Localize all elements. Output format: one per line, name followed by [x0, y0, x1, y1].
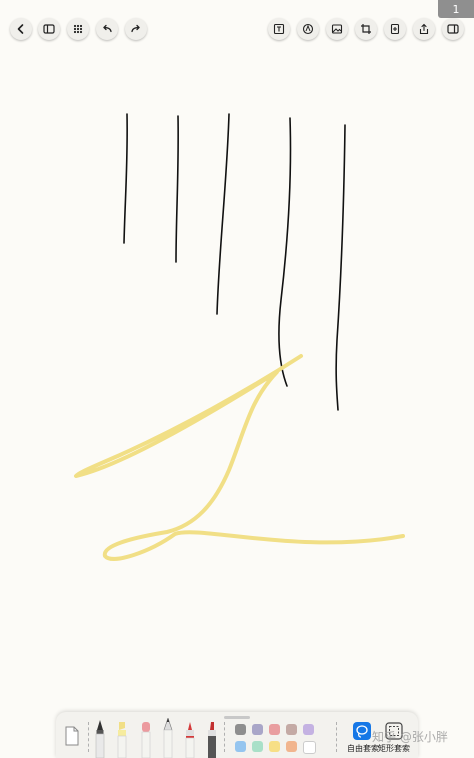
ink-stroke [216, 113, 230, 315]
color-swatch[interactable] [269, 741, 280, 752]
add-page-icon [390, 23, 400, 35]
tool-divider [336, 722, 337, 752]
back-button[interactable] [10, 18, 32, 40]
highlighter-tool-icon[interactable] [116, 722, 128, 758]
shape-button[interactable] [297, 18, 319, 40]
image-icon [331, 24, 343, 34]
sidebar-icon [43, 24, 55, 34]
highlighter-stroke [74, 354, 405, 561]
crop-icon [361, 24, 371, 34]
share-icon [419, 23, 429, 35]
free-lasso-icon[interactable] [353, 722, 371, 740]
shape-icon [302, 23, 314, 35]
color-swatch[interactable] [235, 741, 246, 752]
watermark: 知乎 @张小胖 [372, 730, 448, 744]
color-swatch[interactable] [235, 724, 246, 735]
image-button[interactable] [326, 18, 348, 40]
color-swatch[interactable] [303, 724, 314, 735]
red-pen-tool-icon[interactable] [184, 722, 196, 758]
color-swatch[interactable] [286, 741, 297, 752]
sidebar-button[interactable] [38, 18, 60, 40]
tool-divider [88, 722, 89, 752]
eraser-tool-icon[interactable] [64, 726, 80, 746]
undo-icon [103, 24, 112, 33]
fountain-pen-tool-icon[interactable] [94, 720, 106, 758]
text-box-button[interactable] [268, 18, 290, 40]
color-swatch[interactable] [252, 741, 263, 752]
chevron-left-icon [17, 24, 24, 34]
page-grid-button[interactable] [67, 18, 89, 40]
tool-divider [224, 722, 225, 752]
pencil-tool-icon[interactable] [162, 718, 174, 758]
color-swatch[interactable] [303, 741, 316, 754]
color-swatch[interactable] [252, 724, 263, 735]
undo-button[interactable] [96, 18, 118, 40]
ink-stroke [175, 115, 180, 263]
crop-button[interactable] [355, 18, 377, 40]
split-panel-button[interactable] [442, 18, 464, 40]
drawing-canvas[interactable] [0, 0, 474, 758]
ink-stroke [278, 117, 292, 387]
pink-eraser-tool-icon[interactable] [140, 722, 152, 758]
marker-tool-icon[interactable] [206, 722, 218, 758]
page-number-badge[interactable]: 1 [438, 0, 474, 18]
redo-button[interactable] [125, 18, 147, 40]
ink-stroke [123, 113, 128, 244]
share-button[interactable] [413, 18, 435, 40]
ink-stroke [335, 124, 346, 411]
grid-icon [73, 24, 83, 34]
color-swatch[interactable] [286, 724, 297, 735]
color-swatch[interactable] [269, 724, 280, 735]
split-panel-icon [447, 24, 459, 34]
redo-icon [131, 24, 140, 33]
toolbar-grab-handle[interactable] [224, 716, 250, 719]
text-box-icon [273, 23, 285, 35]
add-page-button[interactable] [384, 18, 406, 40]
tool-bar: 自由套索 矩形套索 [56, 712, 418, 758]
